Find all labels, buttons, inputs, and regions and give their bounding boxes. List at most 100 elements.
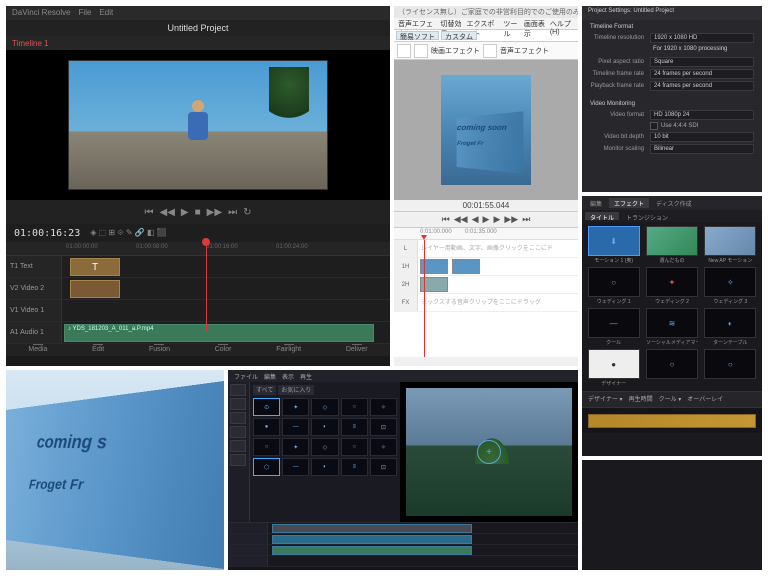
play-icon[interactable]: ▶: [181, 207, 189, 218]
fx-item[interactable]: ✦: [282, 398, 309, 416]
tab-disc[interactable]: ディスク作成: [651, 198, 697, 208]
track-head-v2[interactable]: V2 Video 2: [6, 278, 62, 299]
track-head[interactable]: [228, 545, 268, 555]
menu-file[interactable]: File: [79, 8, 92, 18]
fx-item[interactable]: ⊡: [370, 458, 397, 476]
tool-button[interactable]: [397, 44, 411, 58]
subtab-titles[interactable]: タイトル: [585, 212, 619, 220]
effect-cell[interactable]: ○: [703, 349, 758, 387]
effect-cell[interactable]: —クール: [586, 308, 641, 346]
preview[interactable]: coming soon Froget Fr: [394, 60, 578, 200]
tab-effects[interactable]: エフェクト: [609, 198, 649, 208]
row-body[interactable]: [418, 276, 578, 293]
menu-app[interactable]: DaVinci Resolve: [12, 8, 71, 18]
fx-item[interactable]: ○: [253, 438, 280, 456]
cool-dropdown[interactable]: クール ▾: [659, 394, 682, 405]
effect-cell[interactable]: 選んだもの: [644, 226, 699, 264]
fx-item[interactable]: —: [282, 418, 309, 436]
menu-edit[interactable]: Edit: [99, 8, 113, 18]
fx-item[interactable]: ≡: [341, 458, 368, 476]
playback-rate-input[interactable]: 24 frames per second: [650, 81, 754, 91]
menu-edit[interactable]: 編集: [264, 372, 276, 380]
sidebar-tool[interactable]: [230, 426, 246, 438]
loop-icon[interactable]: ↻: [243, 207, 251, 218]
fx-item[interactable]: ✦: [282, 438, 309, 456]
playhead[interactable]: [206, 242, 207, 332]
tab-simple[interactable]: 簡易ソフト: [396, 31, 439, 40]
audio-clip[interactable]: ♪ YDS_181203_A_011_a.P.mp4: [64, 324, 374, 342]
subtab-transitions[interactable]: トランジション: [621, 212, 673, 220]
viewer[interactable]: [6, 50, 390, 200]
text-clip[interactable]: T: [70, 258, 120, 276]
playhead[interactable]: [424, 240, 425, 357]
clip[interactable]: [272, 524, 472, 533]
fx-item[interactable]: ≡: [341, 418, 368, 436]
menu-export[interactable]: エクスポート: [467, 19, 500, 28]
video-format-select[interactable]: HD 1080p 24: [650, 110, 754, 120]
step-fwd-icon[interactable]: ▶: [493, 214, 500, 225]
ffwd-icon[interactable]: ▶▶: [504, 214, 518, 225]
resolution-select[interactable]: 1920 x 1080 HD: [650, 33, 754, 43]
menu-tools[interactable]: ツール: [503, 19, 520, 28]
track-head-t1[interactable]: T1 Text: [6, 256, 62, 277]
row-head-a1[interactable]: 2H: [394, 276, 418, 293]
effect-cell[interactable]: ⬇モーション 1 (奥): [586, 226, 641, 264]
track-head[interactable]: [228, 534, 268, 544]
timeline[interactable]: 0:01:00.000 0:01:35.000 L レイヤー用動画、文字、画像ク…: [394, 227, 578, 357]
menu-play[interactable]: 再生: [300, 372, 312, 380]
tab-custom[interactable]: カスタム: [441, 31, 477, 40]
framerate-select[interactable]: 24 frames per second: [650, 69, 754, 79]
fx-item[interactable]: ○: [341, 398, 368, 416]
aspect-select[interactable]: Square: [650, 57, 754, 67]
title-clip[interactable]: [70, 280, 120, 298]
skip-fwd-icon[interactable]: ⏭: [228, 207, 237, 218]
sidebar-tool[interactable]: [230, 384, 246, 396]
goto-start-icon[interactable]: ⏮: [442, 214, 450, 225]
sdi-checkbox[interactable]: [650, 122, 658, 130]
effect-cell[interactable]: ●デザイナー: [586, 349, 641, 387]
effect-cell[interactable]: ✦ウェディング 2: [644, 267, 699, 305]
fx-item[interactable]: ◇: [311, 438, 338, 456]
fx-item[interactable]: ⊙: [253, 398, 280, 416]
play-icon[interactable]: ▶: [483, 214, 490, 225]
sidebar-tool[interactable]: [230, 412, 246, 424]
row-body[interactable]: ミックスする音声クリップをここにドラッグ: [418, 294, 578, 311]
timeline-label[interactable]: Timeline 1: [12, 39, 49, 48]
fx-item[interactable]: ○: [341, 438, 368, 456]
fx-tab-fav[interactable]: お気に入り: [278, 385, 314, 395]
fx-item[interactable]: ⬡: [253, 458, 280, 476]
marker-icon[interactable]: ◈ ⬚ ⊞ ⟐ ✎ 🔗 ◧ ⬛: [90, 228, 166, 238]
track-head-v1[interactable]: V1 Video 1: [6, 300, 62, 321]
track-head[interactable]: [228, 556, 268, 566]
bitdepth-select[interactable]: 10 bit: [650, 132, 754, 142]
fx-item[interactable]: ◇: [311, 398, 338, 416]
timeline[interactable]: 01:00:00:00 01:00:08:00 01:00:16:00 01:0…: [6, 242, 390, 332]
fx-item[interactable]: ✧: [370, 398, 397, 416]
menu-view[interactable]: 表示: [282, 372, 294, 380]
row-head-fx[interactable]: FX: [394, 294, 418, 311]
skip-back-icon[interactable]: ⏮: [145, 207, 154, 218]
viewer[interactable]: [400, 382, 578, 522]
sidebar-tool[interactable]: [230, 440, 246, 452]
step-back-icon[interactable]: ◀: [472, 214, 479, 225]
timeline[interactable]: [228, 522, 578, 566]
menu-audio-fx[interactable]: 音声エフェクト: [398, 19, 437, 28]
track-head[interactable]: [228, 523, 268, 533]
menu-transition[interactable]: 切替効果: [441, 19, 463, 28]
sidebar-tool[interactable]: [230, 454, 246, 466]
clip[interactable]: [272, 535, 472, 544]
fx-item[interactable]: ◐: [311, 458, 338, 476]
fx-item[interactable]: ✧: [370, 438, 397, 456]
fx-tab-all[interactable]: すべて: [253, 385, 276, 395]
sidebar-tool[interactable]: [230, 398, 246, 410]
vr-hud-icon[interactable]: [477, 440, 501, 464]
tab-edit[interactable]: 編集: [585, 198, 607, 208]
fx-item[interactable]: ◐: [311, 418, 338, 436]
effect-cell[interactable]: ○: [644, 349, 699, 387]
timeline-clip[interactable]: [588, 414, 756, 428]
designer-dropdown[interactable]: デザイナー ▾: [588, 394, 623, 405]
fx-item[interactable]: ●: [253, 418, 280, 436]
menu-help[interactable]: ヘルプ(H): [550, 19, 574, 28]
row-head-v1[interactable]: 1H: [394, 258, 418, 275]
effect-cell[interactable]: New AP モーション: [703, 226, 758, 264]
